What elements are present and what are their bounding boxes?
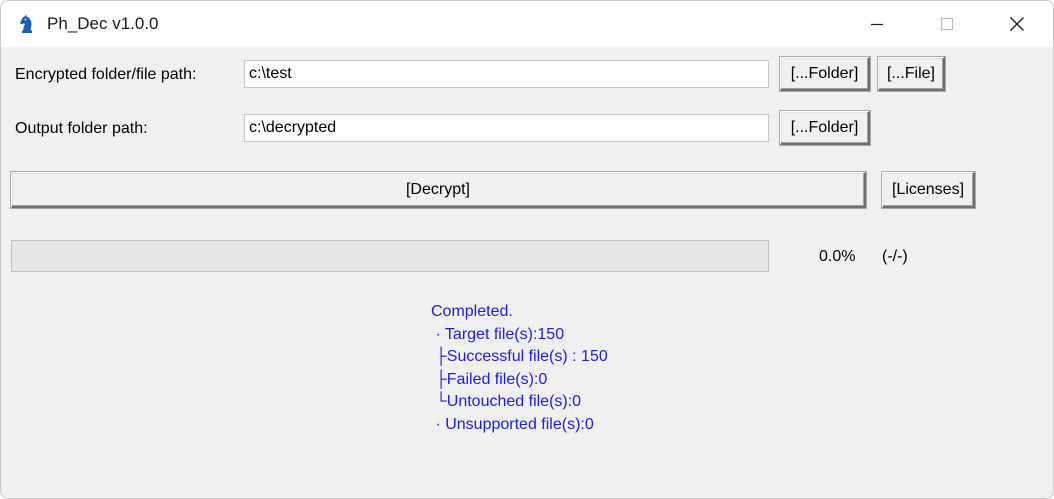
encrypted-path-input[interactable] <box>244 60 769 88</box>
licenses-button[interactable]: [Licenses] <box>882 172 975 208</box>
decrypt-button[interactable]: [Decrypt] <box>11 172 866 208</box>
status-line-unsupported: · Unsupported file(s):0 <box>431 415 594 433</box>
output-path-label: Output folder path: <box>15 120 148 137</box>
minimize-icon <box>871 23 883 26</box>
status-line-untouched: └Untouched file(s):0 <box>431 393 582 411</box>
output-folder-button[interactable]: [...Folder] <box>780 111 870 145</box>
chess-knight-icon <box>20 14 32 33</box>
progress-count: (-/-) <box>882 248 908 265</box>
close-icon <box>1010 17 1024 31</box>
encrypted-folder-button[interactable]: [...Folder] <box>780 57 870 91</box>
title-bar[interactable]: Ph_Dec v1.0.0 <box>1 1 1053 47</box>
status-line-failed: ├Failed file(s):0 <box>431 370 548 388</box>
maximize-icon <box>940 17 954 31</box>
status-line-successful: ├Successful file(s) : 150 <box>431 348 608 366</box>
minimize-button[interactable] <box>854 1 900 47</box>
maximize-button[interactable] <box>924 1 970 47</box>
progress-percent: 0.0% <box>819 248 856 265</box>
status-line-target: · Target file(s):150 <box>431 325 565 343</box>
encrypted-file-button[interactable]: [...File] <box>878 57 945 91</box>
app-window: Ph_Dec v1.0.0 Encrypted folder/file path… <box>0 0 1054 499</box>
close-button[interactable] <box>994 1 1040 47</box>
window-title: Ph_Dec v1.0.0 <box>47 14 159 33</box>
output-path-input[interactable] <box>244 114 769 142</box>
status-summary: Completed. · Target file(s):150 ├Success… <box>431 301 608 437</box>
client-area: Encrypted folder/file path: [...Folder] … <box>1 47 1053 498</box>
progress-bar <box>11 240 769 272</box>
encrypted-path-label: Encrypted folder/file path: <box>15 66 197 83</box>
status-line-completed: Completed. <box>431 303 513 320</box>
